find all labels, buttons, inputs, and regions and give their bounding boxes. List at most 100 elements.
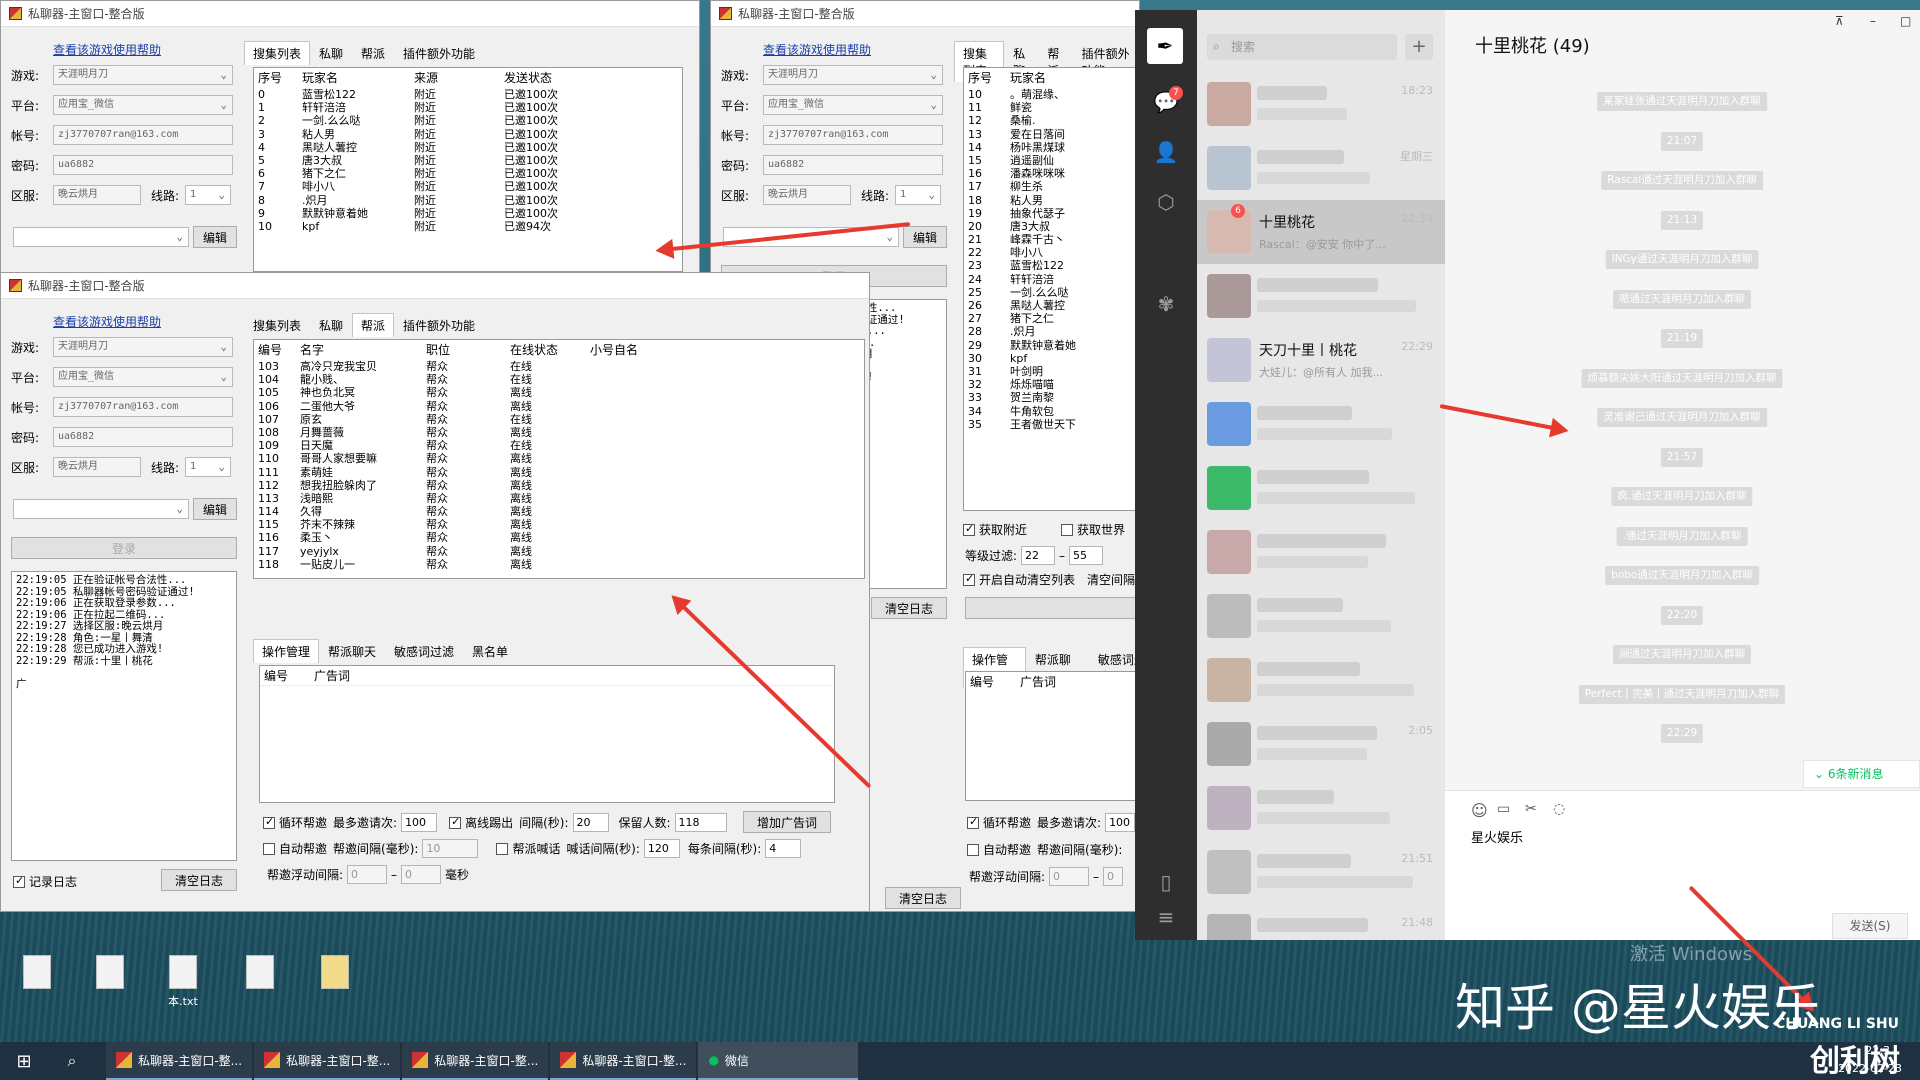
- edit-button[interactable]: 编辑: [193, 498, 237, 520]
- table-row[interactable]: 21 峰霖千古丶: [964, 233, 1139, 246]
- desktop-icon[interactable]: [12, 955, 62, 993]
- ad-grid[interactable]: 编号 广告词: [259, 665, 835, 803]
- start-button[interactable]: [965, 597, 1139, 619]
- tab-private[interactable]: 私聊: [310, 41, 352, 65]
- tab-filter[interactable]: 敏感词过滤: [385, 639, 463, 663]
- contacts-icon[interactable]: 👤: [1152, 138, 1180, 166]
- add-ad-button[interactable]: 增加广告词: [743, 811, 831, 833]
- edit-button[interactable]: 编辑: [903, 226, 947, 248]
- search-icon[interactable]: ⌕: [48, 1051, 96, 1071]
- chat-list-item[interactable]: [1197, 456, 1445, 520]
- folder-icon[interactable]: ▭: [1497, 801, 1510, 817]
- clear-log-button[interactable]: 清空日志: [871, 597, 947, 619]
- tab-private[interactable]: 私聊: [310, 313, 352, 337]
- scissors-icon[interactable]: ✂: [1525, 801, 1537, 817]
- table-row[interactable]: 28 .炽月: [964, 325, 1139, 338]
- table-row[interactable]: 20 唐3大叔: [964, 220, 1139, 233]
- password-field[interactable]: ua6882: [53, 427, 233, 447]
- autoclear-checkbox[interactable]: [963, 572, 975, 586]
- chat-list-item[interactable]: [1197, 392, 1445, 456]
- chat-list-item[interactable]: 18:23: [1197, 72, 1445, 136]
- auto-invite-checkbox[interactable]: [967, 843, 979, 856]
- help-link[interactable]: 查看该游戏使用帮助: [53, 41, 161, 58]
- taskbar-app[interactable]: 私聊器-主窗口-整...: [254, 1042, 401, 1080]
- table-row[interactable]: 19 抽象代瑟子: [964, 207, 1139, 220]
- password-field[interactable]: ua6882: [53, 155, 233, 175]
- table-row[interactable]: 13 爱在日落间: [964, 128, 1139, 141]
- chat-list-item[interactable]: [1197, 648, 1445, 712]
- clear-log-button-2[interactable]: 清空日志: [885, 887, 961, 909]
- emoji-icon[interactable]: ☺: [1471, 801, 1488, 820]
- table-row[interactable]: 105 神也负北冥 帮众 离线: [254, 386, 864, 399]
- taskbar-app[interactable]: 私聊器-主窗口-整...: [402, 1042, 549, 1080]
- chat-list-item[interactable]: 21:51: [1197, 840, 1445, 904]
- tab-ops[interactable]: 操作管理: [253, 639, 320, 663]
- loop-invite-checkbox[interactable]: [263, 815, 275, 829]
- chat-list-item[interactable]: [1197, 776, 1445, 840]
- game-select[interactable]: 天涯明月刀: [763, 65, 943, 85]
- moments-icon[interactable]: ✾: [1152, 290, 1180, 318]
- auto-interval-field[interactable]: 10: [422, 839, 479, 858]
- taskbar-app[interactable]: 私聊器-主窗口-整...: [550, 1042, 697, 1080]
- search-list-grid[interactable]: 序号 玩家名 10 。萌混缘、 11 鲜瓷 12 桑榆. 13 爱在日落间 14 杨咔黑煤球 15 逍遥副…: [963, 67, 1139, 511]
- table-row[interactable]: 113 浅暗熙 帮众 离线: [254, 492, 864, 505]
- table-row[interactable]: 104 龍小贱、 帮众 在线: [254, 373, 864, 386]
- table-row[interactable]: 3 粘人男 附近 已邀100次: [254, 128, 682, 141]
- max-invite-field[interactable]: 100: [401, 813, 438, 832]
- chat-list-item[interactable]: 天刀十里丨桃花 大娃儿：@所有人 加我... 22:29: [1197, 328, 1445, 392]
- platform-select[interactable]: 应用宝_微信: [53, 95, 233, 115]
- table-row[interactable]: 29 默默钟意着她: [964, 339, 1139, 352]
- table-row[interactable]: 35 王者傲世天下: [964, 418, 1139, 431]
- table-row[interactable]: 108 月舞蔷薇 帮众 离线: [254, 426, 864, 439]
- add-chat-button[interactable]: +: [1405, 34, 1433, 60]
- maximize-icon[interactable]: □: [1900, 14, 1911, 28]
- shout-checkbox[interactable]: [496, 842, 509, 855]
- table-row[interactable]: 8 .炽月 附近 已邀100次: [254, 194, 682, 207]
- table-row[interactable]: 111 素萌娃 帮众 离线: [254, 466, 864, 479]
- each-interval-field[interactable]: 4: [765, 839, 802, 858]
- table-row[interactable]: 110 哥哥人家想要嘛 帮众 离线: [254, 452, 864, 465]
- table-row[interactable]: 118 一贴皮儿一 帮众 离线: [254, 558, 864, 571]
- float-max-field[interactable]: 0: [401, 865, 442, 884]
- table-row[interactable]: 32 烁烁喵喵: [964, 378, 1139, 391]
- shout-interval-field[interactable]: 120: [643, 839, 680, 858]
- tab-guild[interactable]: 帮派: [352, 41, 394, 65]
- pin-icon[interactable]: ⊼: [1835, 14, 1844, 28]
- menu-icon[interactable]: ≡: [1152, 903, 1180, 931]
- table-row[interactable]: 114 久得 帮众 离线: [254, 505, 864, 518]
- line-select[interactable]: 1: [185, 185, 232, 205]
- table-row[interactable]: 7 啡小八 附近 已邀100次: [254, 180, 682, 193]
- table-row[interactable]: 1 轩轩涪涪 附近 已邀100次: [254, 101, 682, 114]
- new-messages-button[interactable]: ⌄ 6条新消息: [1803, 760, 1920, 788]
- clear-log-button[interactable]: 清空日志: [161, 869, 237, 891]
- chat-bubble-icon[interactable]: ◌: [1553, 801, 1565, 817]
- table-row[interactable]: 34 牛角软包: [964, 405, 1139, 418]
- phone-icon[interactable]: ▯: [1152, 868, 1180, 896]
- line-select[interactable]: 1: [185, 457, 232, 477]
- search-input[interactable]: 搜索: [1207, 34, 1397, 60]
- world-checkbox[interactable]: [1061, 523, 1073, 536]
- help-link[interactable]: 查看该游戏使用帮助: [763, 41, 871, 58]
- game-select[interactable]: 天涯明月刀: [53, 337, 233, 357]
- float-min-field[interactable]: 0: [1049, 867, 1090, 886]
- chat-list-item[interactable]: 星期三: [1197, 136, 1445, 200]
- tab-search-list[interactable]: 搜集列表: [244, 313, 310, 337]
- chat-list-item[interactable]: 十里桃花 Rascal：@安安 你中了... 22:34 6: [1197, 200, 1445, 264]
- keep-field[interactable]: 118: [674, 813, 727, 832]
- tab-guild-chat[interactable]: 帮派聊天: [319, 639, 385, 663]
- max-invite-field[interactable]: 100: [1105, 813, 1136, 832]
- desktop-icon[interactable]: [310, 955, 360, 993]
- level-max-field[interactable]: 55: [1069, 546, 1104, 565]
- chat-list-item[interactable]: [1197, 264, 1445, 328]
- record-log-checkbox[interactable]: [13, 874, 25, 888]
- table-row[interactable]: 109 日天魔 帮众 在线: [254, 439, 864, 452]
- table-row[interactable]: 12 桑榆.: [964, 114, 1139, 127]
- near-checkbox[interactable]: [963, 522, 975, 536]
- table-row[interactable]: 33 贺兰南黎: [964, 391, 1139, 404]
- role-select[interactable]: [13, 499, 189, 519]
- table-row[interactable]: 115 芥末不辣辣 帮众 离线: [254, 518, 864, 531]
- desktop-icon[interactable]: 本.txt: [158, 955, 208, 1009]
- role-select[interactable]: [723, 227, 899, 247]
- taskbar-app-wechat[interactable]: ● 微信: [698, 1042, 859, 1080]
- table-row[interactable]: 0 蓝雪松122 附近 已邀100次: [254, 88, 682, 101]
